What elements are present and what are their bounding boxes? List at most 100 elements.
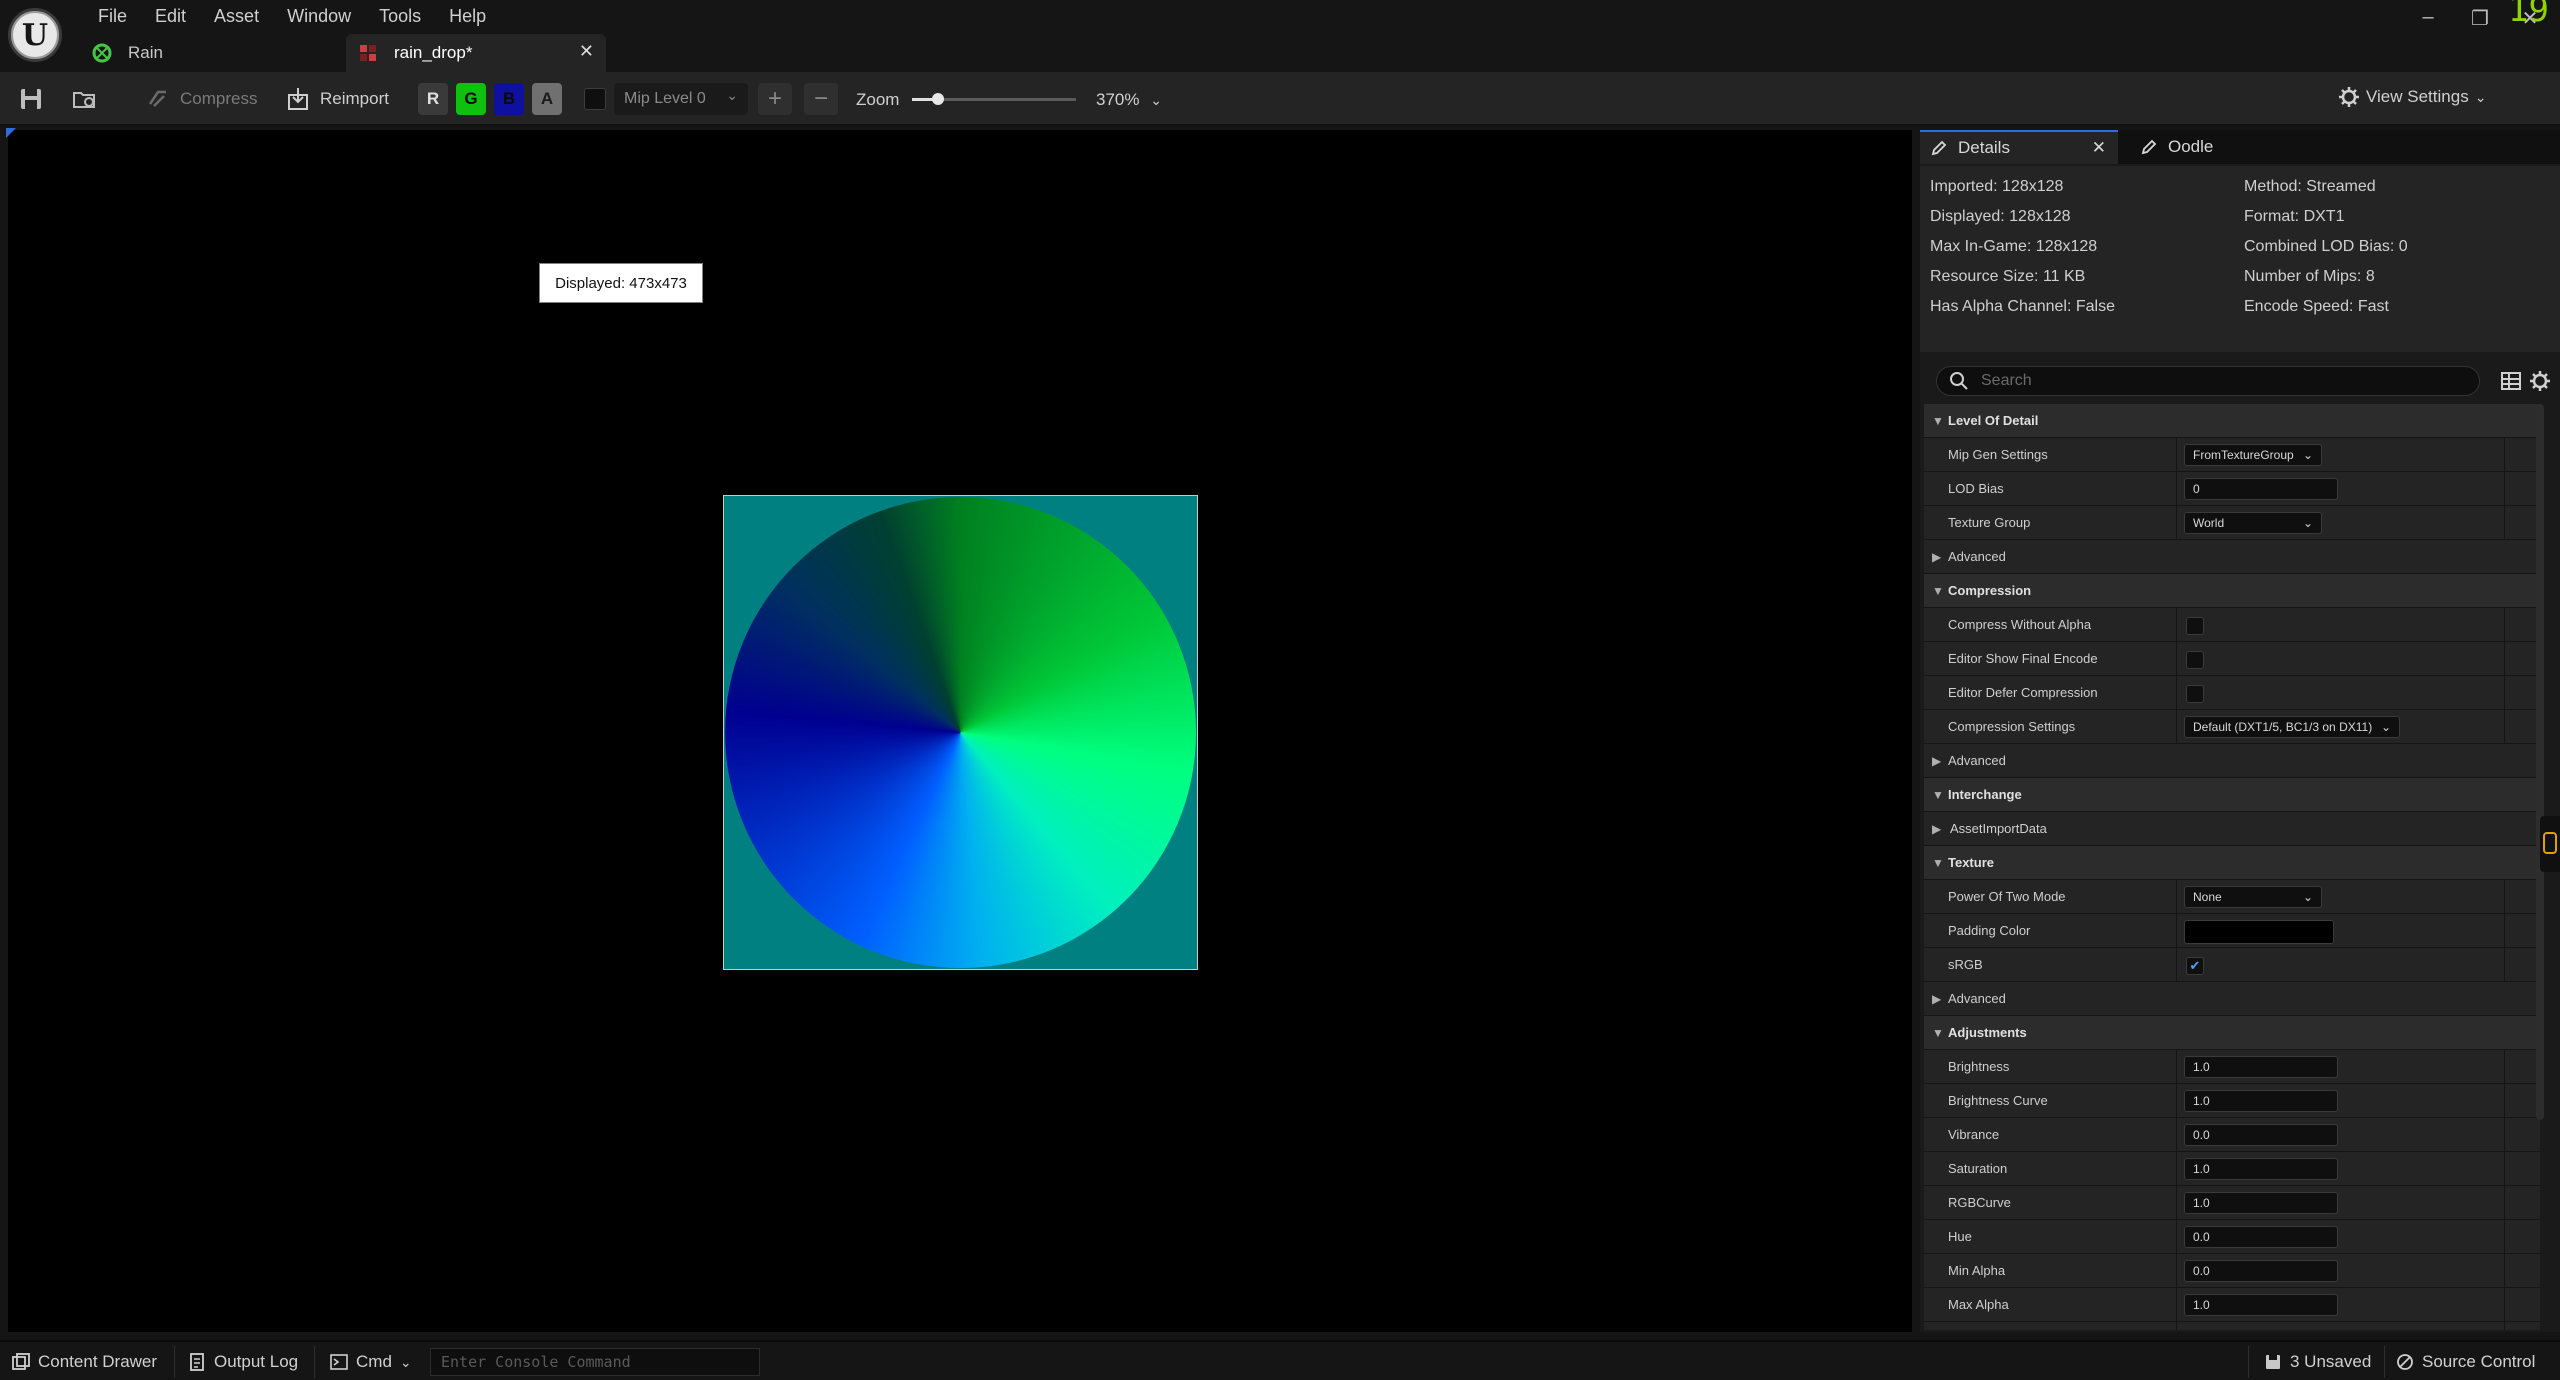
expand-right-icon[interactable]: ▶ (1932, 822, 1941, 836)
property-row-advanced[interactable]: ▶ Advanced (1924, 982, 2540, 1016)
column-divider[interactable] (2176, 438, 2177, 472)
menu-window[interactable]: Window (273, 2, 365, 28)
channel-b-toggle[interactable]: B (494, 83, 524, 115)
brightness-curve-input[interactable]: 1.0 (2184, 1090, 2338, 1112)
texture-viewport[interactable]: Displayed: 473x473 (6, 128, 1912, 1332)
column-divider[interactable] (2176, 642, 2177, 676)
channel-r-toggle[interactable]: R (418, 83, 448, 115)
category-adjustments[interactable]: ▼ Adjustments (1924, 1016, 2540, 1050)
table-view-icon[interactable] (2500, 370, 2522, 392)
save-icon[interactable] (18, 86, 44, 112)
texture-preview[interactable] (723, 495, 1198, 970)
expand-down-icon[interactable]: ▼ (1932, 788, 1944, 802)
restore-icon[interactable]: ❐ (2460, 6, 2500, 31)
brightness-input[interactable]: 1.0 (2184, 1056, 2338, 1078)
min-alpha-input[interactable]: 0.0 (2184, 1260, 2338, 1282)
column-divider[interactable] (2176, 1084, 2177, 1118)
side-panel-toggle[interactable] (2540, 816, 2560, 872)
power-of-two-mode-dropdown[interactable]: None ⌄ (2184, 886, 2322, 908)
property-row-advanced[interactable]: ▶ Advanced (1924, 540, 2540, 574)
tab-oodle[interactable]: Oodle (2130, 130, 2250, 164)
details-search-input[interactable]: Search (1936, 366, 2480, 396)
cmd-dropdown[interactable]: Cmd ⌄ (330, 1352, 412, 1372)
menu-edit[interactable]: Edit (141, 2, 200, 28)
menu-help[interactable]: Help (435, 2, 500, 28)
compress-without-alpha-checkbox[interactable] (2186, 617, 2204, 635)
property-row-advanced[interactable]: ▶ Advanced (1924, 744, 2540, 778)
expand-down-icon[interactable]: ▼ (1932, 584, 1944, 598)
zoom-slider-thumb[interactable] (932, 93, 945, 105)
lod-bias-input[interactable]: 0 (2184, 478, 2338, 500)
column-divider[interactable] (2176, 676, 2177, 710)
mip-level-dropdown[interactable]: Mip Level 0 ⌄ (614, 83, 748, 115)
minimize-icon[interactable]: – (2408, 6, 2448, 29)
tab-details[interactable]: Details ✕ (1920, 130, 2118, 164)
column-divider[interactable] (2176, 1050, 2177, 1084)
view-settings-button[interactable]: View Settings ⌄ (2338, 86, 2486, 108)
tab-rain-drop[interactable]: rain_drop* ✕ (346, 34, 606, 72)
column-divider[interactable] (2176, 880, 2177, 914)
editor-defer-compression-checkbox[interactable] (2186, 685, 2204, 703)
mip-increase-button[interactable]: + (758, 83, 792, 115)
saturation-input[interactable]: 1.0 (2184, 1158, 2338, 1180)
column-divider[interactable] (2176, 948, 2177, 982)
column-divider[interactable] (2176, 608, 2177, 642)
column-divider[interactable] (2176, 1322, 2177, 1330)
reimport-button[interactable]: Reimport (286, 82, 389, 116)
column-divider[interactable] (2176, 914, 2177, 948)
mip-gen-settings-dropdown[interactable]: FromTextureGroup ⌄ (2184, 444, 2322, 466)
expand-down-icon[interactable]: ▼ (1932, 1026, 1944, 1040)
property-label: Padding Color (1948, 923, 2031, 938)
info-max-in-game: Max In-Game: 128x128 (1930, 238, 2098, 255)
unsaved-button[interactable]: 3 Unsaved (2264, 1352, 2371, 1372)
column-divider[interactable] (2176, 1118, 2177, 1152)
texture-group-dropdown[interactable]: World ⌄ (2184, 512, 2322, 534)
channel-a-toggle[interactable]: A (532, 83, 562, 115)
output-log-button[interactable]: Output Log (188, 1352, 298, 1372)
property-row-assetimportdata[interactable]: ▶ AssetImportData (1924, 812, 2540, 846)
column-divider[interactable] (2176, 472, 2177, 506)
column-divider[interactable] (2176, 1254, 2177, 1288)
menu-asset[interactable]: Asset (200, 2, 273, 28)
expand-down-icon[interactable]: ▼ (1932, 856, 1944, 870)
expand-right-icon[interactable]: ▶ (1932, 550, 1941, 564)
padding-color-swatch[interactable] (2184, 920, 2334, 944)
category-interchange[interactable]: ▼ Interchange (1924, 778, 2540, 812)
column-divider[interactable] (2176, 710, 2177, 744)
column-divider[interactable] (2176, 1152, 2177, 1186)
column-divider[interactable] (2176, 1220, 2177, 1254)
gear-icon[interactable] (2528, 369, 2552, 393)
zoom-dropdown[interactable]: 370% ⌄ (1096, 90, 1162, 110)
mip-decrease-button[interactable]: − (804, 83, 838, 115)
editor-show-final-encode-checkbox[interactable] (2186, 651, 2204, 669)
content-drawer-button[interactable]: Content Drawer (12, 1352, 157, 1372)
max-alpha-input[interactable]: 1.0 (2184, 1294, 2338, 1316)
category-texture[interactable]: ▼ Texture (1924, 846, 2540, 880)
details-scrollbar[interactable] (2536, 404, 2544, 1120)
close-icon[interactable]: ✕ (2092, 138, 2106, 158)
browse-to-asset-icon[interactable] (72, 86, 98, 112)
tab-rain[interactable]: Rain (80, 34, 340, 72)
compress-button[interactable]: Compress (146, 82, 257, 116)
menu-file[interactable]: File (84, 2, 141, 28)
column-divider[interactable] (2176, 1288, 2177, 1322)
console-command-input[interactable]: Enter Console Command (430, 1348, 760, 1376)
expand-right-icon[interactable]: ▶ (1932, 754, 1941, 768)
srgb-checkbox[interactable]: ✔ (2186, 957, 2204, 975)
compression-settings-dropdown[interactable]: Default (DXT1/5, BC1/3 on DX11) ⌄ (2184, 716, 2400, 738)
column-divider[interactable] (2176, 1186, 2177, 1220)
category-compression[interactable]: ▼ Compression (1924, 574, 2540, 608)
source-control-button[interactable]: Source Control (2396, 1352, 2535, 1372)
hue-input[interactable]: 0.0 (2184, 1226, 2338, 1248)
close-tab-icon[interactable]: ✕ (579, 41, 594, 62)
menu-tools[interactable]: Tools (365, 2, 435, 28)
column-divider[interactable] (2176, 506, 2177, 540)
mip-level-checkbox[interactable] (584, 88, 606, 110)
rgbcurve-input[interactable]: 1.0 (2184, 1192, 2338, 1214)
category-level-of-detail[interactable]: ▼ Level Of Detail (1924, 404, 2540, 438)
expand-down-icon[interactable]: ▼ (1932, 414, 1944, 428)
expand-right-icon[interactable]: ▶ (1932, 992, 1941, 1006)
channel-g-toggle[interactable]: G (456, 83, 486, 115)
vibrance-input[interactable]: 0.0 (2184, 1124, 2338, 1146)
zoom-slider[interactable] (912, 93, 1076, 105)
